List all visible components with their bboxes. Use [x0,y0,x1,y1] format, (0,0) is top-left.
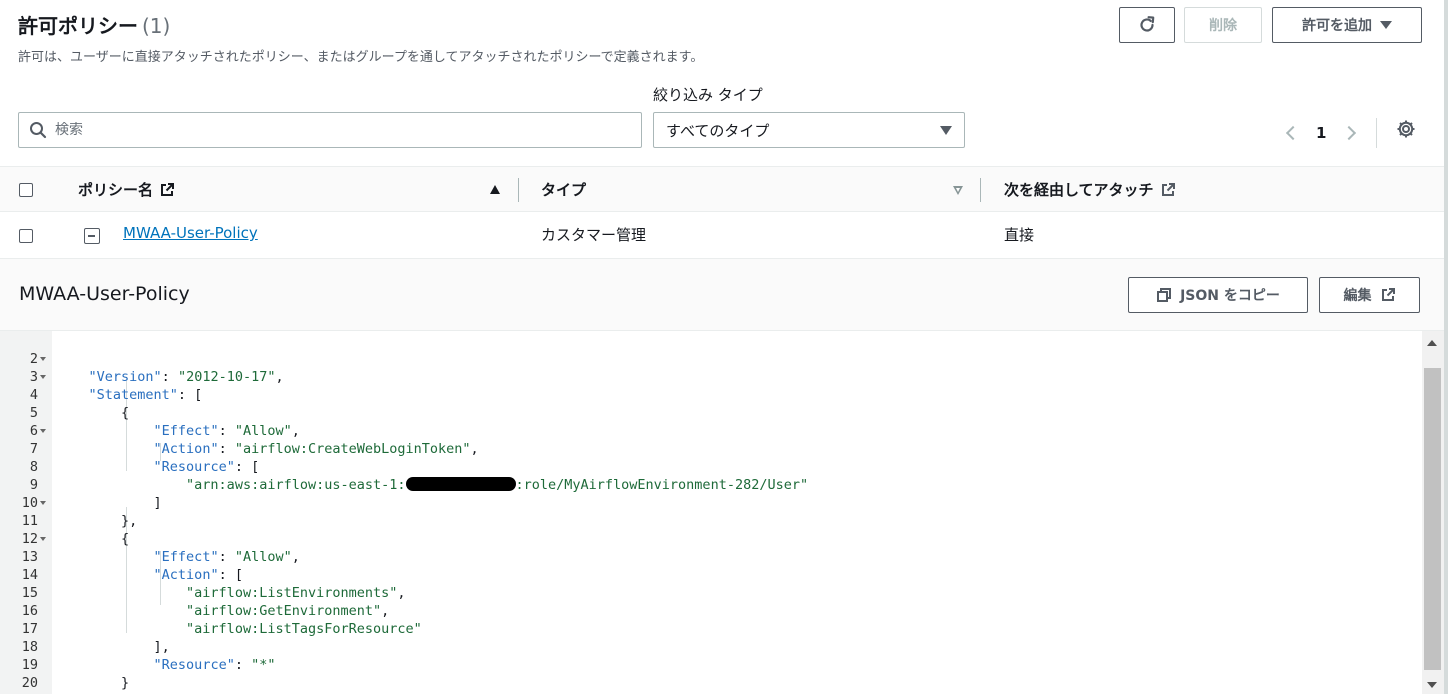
pager-divider [1376,118,1378,148]
code-line: 16 "airflow:ListTagsForResource" [0,584,1420,637]
page-description: 許可は、ユーザーに直接アタッチされたポリシー、またはグループを通してアタッチされ… [18,50,704,65]
code-line: 14 "airflow:ListEnvironments", [0,548,1420,601]
chevron-right-icon[interactable] [1342,125,1357,141]
code-line: 4 { [0,368,1420,421]
code-line: 7 "Resource": [ [0,422,1420,475]
edit-label: 編集 [1343,288,1372,304]
code-line: 18 "Resource": "*" [0,620,1420,673]
delete-button[interactable]: 削除 [1184,7,1262,43]
type-filter-select[interactable]: すべてのタイプ [653,112,965,148]
code-line: 10 }, [0,476,1420,529]
type-filter-value: すべてのタイプ [666,121,770,140]
code-line: 20 ] [0,656,1420,694]
policy-count: (1) [142,14,171,38]
caret-down-icon [940,125,952,135]
external-link-icon [1381,288,1395,301]
code-line: 8 "arn:aws:airflow:us-east-1::role/MyAir… [0,440,1420,493]
scroll-down-arrow-icon[interactable] [1427,682,1437,688]
policy-name-link[interactable]: MWAA-User-Policy [123,224,258,242]
pagination: 1 [1285,118,1378,148]
json-code-editor[interactable]: 2 "Version": "2012-10-17", 3 "Statement"… [0,331,1444,694]
row-checkbox[interactable] [19,229,33,243]
policy-detail-title: MWAA-User-Policy [19,283,190,305]
fold-arrow-icon[interactable] [40,429,46,433]
page-title: 許可ポリシー (1) [18,10,170,39]
add-label: 許可を追加 [1302,18,1372,34]
fold-arrow-icon[interactable] [40,375,46,379]
code-line: 11 { [0,494,1420,547]
table-row: MWAA-User-Policy カスタマー管理 直接 [0,212,1444,259]
code-line: 19 } [0,638,1420,691]
scrollbar-thumb[interactable] [1424,368,1441,670]
gear-icon[interactable] [1396,119,1416,139]
column-label: 次を経由してアタッチ [1004,181,1154,199]
fold-arrow-icon[interactable] [40,501,46,505]
code-line: 3 "Statement": [ [0,350,1420,403]
search-field[interactable] [18,112,642,148]
filter-type-label: 絞り込み タイプ [653,86,763,104]
code-line: 9 ] [0,458,1420,511]
chevron-left-icon[interactable] [1285,125,1301,141]
column-header-type[interactable]: タイプ [541,179,586,200]
copy-icon [1157,288,1172,302]
column-header-policy-name[interactable]: ポリシー名 [78,179,175,200]
external-link-icon [161,182,175,196]
delete-label: 削除 [1209,18,1237,34]
sort-ascending-icon[interactable] [490,185,500,194]
edit-button[interactable]: 編集 [1319,277,1420,313]
add-permissions-button[interactable]: 許可を追加 [1272,7,1422,43]
collapse-icon[interactable] [84,228,100,244]
code-line: 6 "Action": "airflow:CreateWebLoginToken… [0,404,1420,457]
external-link-icon [1161,182,1175,196]
fold-arrow-icon[interactable] [40,357,46,361]
attached-via: 直接 [1004,226,1035,244]
caret-down-icon [1380,21,1392,29]
column-header-attached-via[interactable]: 次を経由してアタッチ [1004,179,1176,200]
code-line: 21 } [0,674,1420,694]
code-line: 5 "Effect": "Allow", [0,386,1420,439]
code-line: 15 "airflow:GetEnvironment", [0,566,1420,619]
code-line: 17 ], [0,602,1420,655]
scroll-up-arrow-icon[interactable] [1427,340,1437,346]
fold-arrow-icon[interactable] [40,537,46,541]
refresh-icon [1140,16,1155,32]
column-separator[interactable] [518,178,519,202]
code-line: 12 "Effect": "Allow", [0,512,1420,565]
policy-type: カスタマー管理 [541,226,647,244]
table-header: ポリシー名 タイプ 次を経由してアタッチ [0,166,1444,212]
column-label: タイプ [541,181,587,199]
sort-descending-icon[interactable] [953,186,963,195]
window-edge [1444,0,1448,694]
column-label: ポリシー名 [78,181,154,199]
copy-json-button[interactable]: JSON をコピー [1128,277,1308,313]
code-line: 2 "Version": "2012-10-17", [0,332,1420,385]
refresh-button[interactable] [1119,7,1175,43]
title-text: 許可ポリシー [18,14,138,38]
search-icon [30,122,47,139]
code-line: 13 "Action": [ [0,530,1420,583]
current-page[interactable]: 1 [1316,124,1326,142]
select-all-checkbox[interactable] [19,183,33,197]
column-separator[interactable] [980,178,981,202]
copy-json-label: JSON をコピー [1180,288,1280,304]
search-input[interactable] [55,122,615,138]
